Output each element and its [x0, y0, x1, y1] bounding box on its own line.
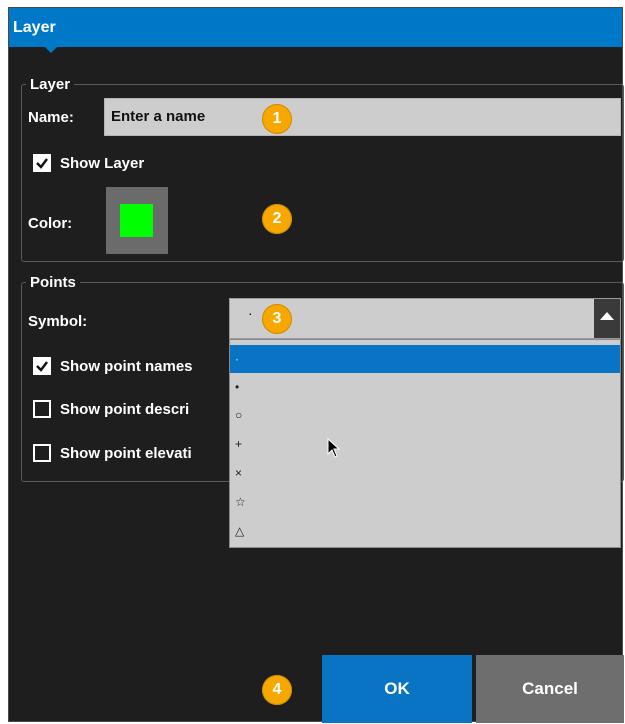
callout-badge-2: 2 — [262, 204, 292, 234]
title-bar: Layer — [9, 8, 622, 53]
cancel-button[interactable]: Cancel — [476, 655, 624, 723]
mouse-pointer-icon — [327, 438, 341, 458]
callout-badge-4: 4 — [262, 675, 292, 705]
checkmark-icon — [36, 361, 48, 372]
symbol-selected-value: · — [248, 305, 253, 321]
layer-group-legend: Layer — [30, 76, 71, 93]
symbol-label: Symbol: — [28, 313, 88, 330]
symbol-option[interactable]: • — [230, 373, 620, 401]
show-layer-label: Show Layer — [60, 155, 145, 172]
symbol-option[interactable]: · — [230, 345, 620, 373]
callout-badge-1: 1 — [262, 104, 292, 134]
title-notch — [45, 47, 57, 53]
symbol-option[interactable]: + — [230, 430, 620, 458]
symbol-option[interactable]: △ — [230, 517, 620, 545]
symbol-option[interactable]: ☆ — [230, 488, 620, 516]
show-point-names-label: Show point names — [60, 358, 193, 375]
symbol-dropdown-toggle[interactable] — [594, 299, 620, 338]
layer-dialog: Layer Layer Name: Enter a name Show Laye… — [8, 7, 624, 723]
color-picker-button[interactable] — [106, 187, 168, 254]
symbol-dropdown-list: · • ○ + × ☆ △ — [229, 339, 621, 548]
checkmark-icon — [36, 158, 48, 169]
show-point-description-checkbox[interactable] — [33, 400, 51, 418]
color-swatch — [120, 204, 153, 237]
symbol-option[interactable]: × — [230, 459, 620, 487]
show-layer-checkbox[interactable] — [33, 154, 51, 172]
show-point-description-label: Show point descri — [60, 401, 190, 418]
callout-badge-3: 3 — [262, 304, 292, 334]
show-point-names-checkbox[interactable] — [33, 357, 51, 375]
ok-button[interactable]: OK — [322, 655, 472, 723]
name-label: Name: — [28, 109, 74, 126]
points-group-legend: Points — [30, 274, 76, 291]
dialog-title: Layer — [13, 19, 56, 36]
symbol-option[interactable]: ○ — [230, 401, 620, 429]
name-input[interactable]: Enter a name — [104, 98, 621, 136]
chevron-up-icon — [600, 312, 614, 320]
color-label: Color: — [28, 215, 73, 232]
show-point-elevation-checkbox[interactable] — [33, 444, 51, 462]
show-point-elevation-label: Show point elevati — [60, 445, 192, 462]
